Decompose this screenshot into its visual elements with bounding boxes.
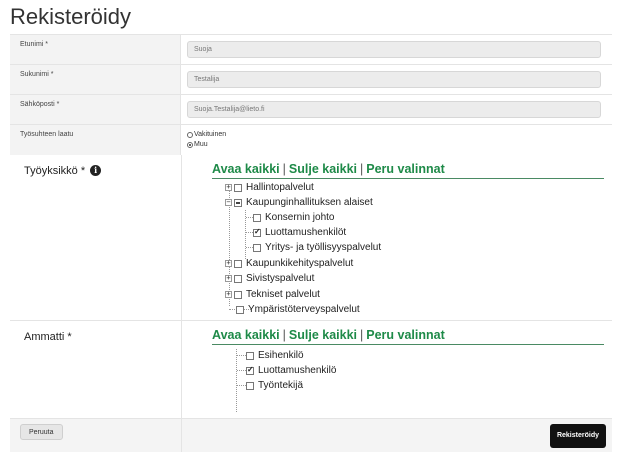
checkbox[interactable] xyxy=(234,259,242,268)
employment-option-permanent[interactable]: Vakituinen xyxy=(187,130,602,140)
profession-section: Ammatti * Avaa kaikki | Sulje kaikki | Peru … xyxy=(10,320,612,419)
tree-node[interactable]: Työntekijä xyxy=(246,380,303,391)
employment-label: Työsuhteen laatu xyxy=(10,125,181,157)
last-name-input[interactable]: Testalija xyxy=(187,71,601,88)
profession-label: Ammatti * xyxy=(10,321,182,419)
clear-selections-link[interactable]: Peru valinnat xyxy=(366,162,445,176)
cancel-button[interactable]: Peruuta xyxy=(20,424,63,440)
unit-label: Työyksikkö * i xyxy=(10,155,182,320)
tree-node[interactable]: Luottamushenkilöt xyxy=(253,227,346,238)
expand-icon[interactable]: + xyxy=(225,260,232,267)
radio-other[interactable] xyxy=(187,142,193,148)
tree-node[interactable]: + Tekniset palvelut xyxy=(225,289,320,300)
checkbox[interactable] xyxy=(246,365,254,375)
checkbox[interactable] xyxy=(234,290,242,299)
first-name-row: Etunimi * Suoja xyxy=(10,35,612,65)
tree-node[interactable]: Konsernin johto xyxy=(253,212,335,223)
register-button[interactable]: Rekisteröidy xyxy=(549,424,606,448)
email-label: Sähköposti * xyxy=(10,95,181,124)
checkbox[interactable] xyxy=(253,213,261,222)
unit-section: Työyksikkö * i Avaa kaikki | Sulje kaikki |… xyxy=(10,155,612,320)
info-icon[interactable]: i xyxy=(90,165,102,176)
form-footer: Peruuta Rekisteröidy xyxy=(10,418,612,452)
first-name-label: Etunimi * xyxy=(10,35,181,64)
tree-node[interactable]: + Kaupunkikehityspalvelut xyxy=(225,258,353,269)
collapse-icon[interactable]: − xyxy=(225,199,232,206)
expand-icon[interactable]: + xyxy=(225,291,232,298)
checkbox[interactable] xyxy=(234,198,242,207)
tree-node[interactable]: Ympäristöterveyspalvelut xyxy=(236,304,360,315)
employment-option-other[interactable]: Muu xyxy=(187,140,602,150)
tree-node[interactable]: Luottamushenkilö xyxy=(246,365,336,376)
open-all-link[interactable]: Avaa kaikki xyxy=(212,328,280,342)
tree-node[interactable]: − Kaupunginhallituksen alaiset xyxy=(225,197,373,208)
checkbox[interactable] xyxy=(234,274,242,283)
tree-node[interactable]: Esihenkilö xyxy=(246,350,304,361)
clear-selections-link[interactable]: Peru valinnat xyxy=(366,328,445,342)
tree-node[interactable]: + Sivistyspalvelut xyxy=(225,273,314,284)
tree-node[interactable]: Yritys- ja työllisyyspalvelut xyxy=(253,242,381,253)
checkbox[interactable] xyxy=(253,243,261,252)
checkbox[interactable] xyxy=(236,305,244,314)
unit-tree-actions: Avaa kaikki | Sulje kaikki | Peru valinnat xyxy=(212,162,604,179)
last-name-row: Sukunimi * Testalija xyxy=(10,65,612,95)
expand-icon[interactable]: + xyxy=(225,275,232,282)
first-name-input[interactable]: Suoja xyxy=(187,41,601,58)
employment-row: Työsuhteen laatu Vakituinen Muu xyxy=(10,125,612,158)
tree-node[interactable]: + Hallintopalvelut xyxy=(225,182,314,193)
checkbox[interactable] xyxy=(234,183,242,192)
checkbox[interactable] xyxy=(246,381,254,390)
open-all-link[interactable]: Avaa kaikki xyxy=(212,162,280,176)
expand-icon[interactable]: + xyxy=(225,184,232,191)
checkbox[interactable] xyxy=(253,227,261,237)
page-title: Rekisteröidy xyxy=(10,4,132,29)
last-name-label: Sukunimi * xyxy=(10,65,181,94)
radio-permanent[interactable] xyxy=(187,132,193,138)
email-row: Sähköposti * Suoja.Testalija@lieto.fi xyxy=(10,95,612,125)
registration-form: Etunimi * Suoja Sukunimi * Testalija Säh… xyxy=(10,34,612,158)
email-input[interactable]: Suoja.Testalija@lieto.fi xyxy=(187,101,601,118)
close-all-link[interactable]: Sulje kaikki xyxy=(289,328,357,342)
profession-tree-actions: Avaa kaikki | Sulje kaikki | Peru valinnat xyxy=(212,328,604,345)
checkbox[interactable] xyxy=(246,351,254,360)
close-all-link[interactable]: Sulje kaikki xyxy=(289,162,357,176)
